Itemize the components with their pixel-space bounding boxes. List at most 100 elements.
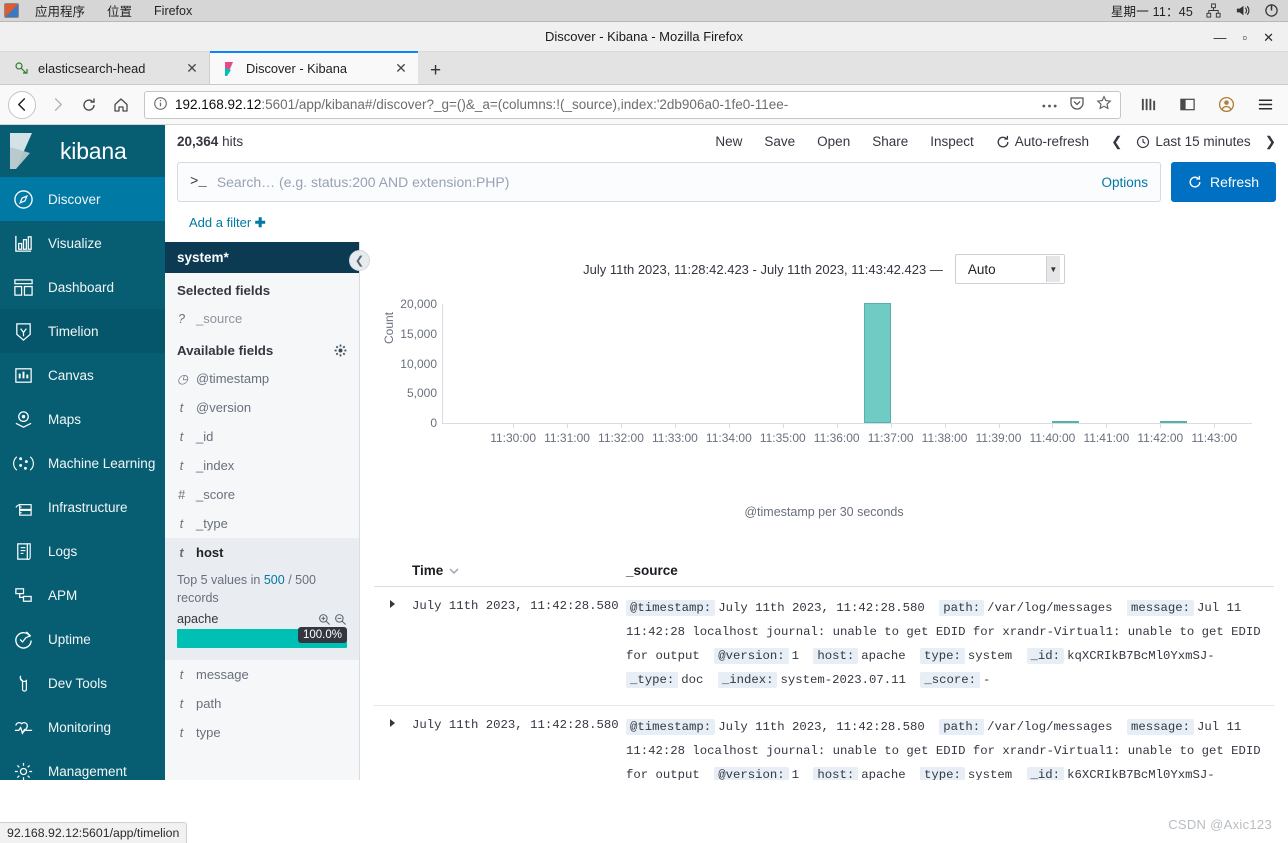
- network-icon[interactable]: [1205, 2, 1222, 19]
- field-key: @version:: [714, 647, 789, 664]
- sidebar-item-label: Discover: [48, 191, 101, 207]
- share-button[interactable]: Share: [872, 134, 908, 149]
- search-input[interactable]: >_ Search… (e.g. status:200 AND extensio…: [177, 162, 1161, 202]
- volume-icon[interactable]: [1234, 2, 1251, 19]
- sidebar-item-dashboard[interactable]: Dashboard: [0, 265, 165, 309]
- column-header-time[interactable]: Time: [374, 563, 626, 578]
- interval-select[interactable]: Auto ▼: [954, 254, 1065, 284]
- url-bar[interactable]: 192.168.92.12:5601/app/kibana#/discover?…: [144, 90, 1121, 119]
- window-maximize-button[interactable]: ▫: [1242, 31, 1247, 44]
- open-button[interactable]: Open: [817, 134, 850, 149]
- field-value: system: [967, 767, 1013, 780]
- field-value: July 11th 2023, 11:42:28.580: [718, 719, 925, 734]
- chart-plot-area[interactable]: 0 5,000 10,000 15,000 20,000 11:30:00 11:31:00…: [400, 297, 1252, 445]
- canvas-icon: [12, 364, 34, 386]
- sidebar-item-discover[interactable]: Discover: [0, 177, 165, 221]
- power-icon[interactable]: [1263, 2, 1280, 19]
- field-settings-gear-icon[interactable]: [334, 344, 347, 357]
- field-item-id[interactable]: t _id: [165, 422, 359, 451]
- discover-body: system* ❮ Selected fields ? _source Avai…: [165, 242, 1288, 780]
- histogram-chart[interactable]: Count 0 5,000 10,000 15,000 20,000 11:30:00 11…: [374, 294, 1274, 469]
- auto-refresh-button[interactable]: Auto-refresh: [996, 134, 1089, 149]
- page-actions-icon[interactable]: [1041, 97, 1058, 112]
- chart-x-tick: 11:31:00: [544, 431, 590, 445]
- forward-button: [42, 90, 72, 120]
- field-key: _id:: [1026, 647, 1065, 664]
- time-range-picker[interactable]: Last 15 minutes: [1136, 134, 1251, 149]
- back-button[interactable]: [8, 90, 36, 119]
- refresh-button[interactable]: Refresh: [1170, 162, 1276, 202]
- pocket-icon[interactable]: [1069, 95, 1085, 114]
- bookmark-star-icon[interactable]: [1096, 95, 1112, 114]
- sidebar-item-visualize[interactable]: Visualize: [0, 221, 165, 265]
- time-prev-button[interactable]: ❮: [1111, 134, 1122, 150]
- magnifier-plus-icon[interactable]: [318, 613, 331, 626]
- reload-button[interactable]: [74, 90, 104, 120]
- query-options-button[interactable]: Options: [1101, 175, 1148, 190]
- expand-row-button[interactable]: [374, 597, 412, 693]
- magnifier-minus-icon[interactable]: [334, 613, 347, 626]
- home-button[interactable]: [106, 90, 136, 120]
- field-item-type-meta[interactable]: t _type: [165, 509, 359, 538]
- sidebar-toggle-icon[interactable]: [1172, 90, 1202, 120]
- chart-bar[interactable]: [1160, 421, 1188, 423]
- page-info-icon[interactable]: [153, 96, 168, 114]
- search-placeholder: Search… (e.g. status:200 AND extension:P…: [216, 174, 510, 190]
- field-key: message:: [1126, 718, 1194, 735]
- kibana-logo[interactable]: kibana: [0, 125, 165, 177]
- window-minimize-button[interactable]: —: [1213, 31, 1226, 44]
- account-icon[interactable]: [1211, 90, 1241, 120]
- chart-bar[interactable]: [1052, 421, 1080, 423]
- inspect-button[interactable]: Inspect: [930, 134, 974, 149]
- menu-places[interactable]: 位置: [96, 0, 143, 22]
- sidebar-item-label: APM: [48, 587, 78, 603]
- field-item-score[interactable]: # _score: [165, 480, 359, 509]
- field-value: /var/log/messages: [987, 601, 1113, 615]
- sidebar-item-canvas[interactable]: Canvas: [0, 353, 165, 397]
- field-item-timestamp[interactable]: ◷ @timestamp: [165, 364, 359, 393]
- browser-tab-elasticsearch-head[interactable]: elasticsearch-head ✕: [2, 53, 210, 84]
- save-button[interactable]: Save: [764, 134, 795, 149]
- field-item-type[interactable]: t type: [165, 718, 359, 747]
- tab-close-icon[interactable]: ✕: [394, 60, 408, 77]
- sidebar-item-management[interactable]: Management: [0, 749, 165, 793]
- applications-logo-icon[interactable]: [4, 3, 19, 18]
- field-item-index[interactable]: t _index: [165, 451, 359, 480]
- sidebar-item-uptime[interactable]: Uptime: [0, 617, 165, 661]
- field-item-path[interactable]: t path: [165, 689, 359, 718]
- window-close-button[interactable]: ✕: [1263, 31, 1274, 44]
- field-item-message[interactable]: t message: [165, 660, 359, 689]
- field-item-host[interactable]: t host: [165, 538, 359, 567]
- sidebar-item-logs[interactable]: Logs: [0, 529, 165, 573]
- table-row[interactable]: July 11th 2023, 11:42:28.580 @timestamp:…: [374, 706, 1274, 780]
- new-button[interactable]: New: [715, 134, 742, 149]
- sidebar-item-infrastructure[interactable]: Infrastructure: [0, 485, 165, 529]
- chart-bar[interactable]: [863, 303, 891, 423]
- time-next-button[interactable]: ❯: [1265, 134, 1276, 150]
- field-value-bar: 100.0%: [177, 627, 347, 649]
- chart-y-tick: 5,000: [406, 386, 437, 401]
- sidebar-item-machine-learning[interactable]: Machine Learning: [0, 441, 165, 485]
- add-filter-button[interactable]: Add a filter ✚: [189, 215, 266, 230]
- sidebar-item-timelion[interactable]: Timelion: [0, 309, 165, 353]
- browser-tab-discover-kibana[interactable]: Discover - Kibana ✕: [210, 51, 418, 84]
- new-tab-button[interactable]: +: [418, 61, 453, 84]
- expand-row-button[interactable]: [374, 716, 412, 780]
- sidebar-item-apm[interactable]: APM: [0, 573, 165, 617]
- hamburger-menu-icon[interactable]: [1250, 90, 1280, 120]
- menu-applications[interactable]: 应用程序: [24, 0, 96, 22]
- sort-desc-icon[interactable]: [449, 566, 459, 576]
- sidebar-item-label: Visualize: [48, 235, 102, 251]
- library-icon[interactable]: [1133, 90, 1163, 120]
- menu-firefox[interactable]: Firefox: [143, 2, 203, 20]
- column-header-source[interactable]: _source: [626, 563, 678, 578]
- sidebar-item-monitoring[interactable]: Monitoring: [0, 705, 165, 749]
- table-row[interactable]: July 11th 2023, 11:42:28.580 @timestamp:…: [374, 587, 1274, 706]
- field-item-_source[interactable]: ? _source: [165, 304, 359, 333]
- row-source: @timestamp: July 11th 2023, 11:42:28.580 …: [626, 716, 1274, 780]
- index-pattern-selector[interactable]: system*: [165, 242, 359, 273]
- tab-close-icon[interactable]: ✕: [185, 60, 199, 77]
- sidebar-item-dev-tools[interactable]: Dev Tools: [0, 661, 165, 705]
- field-item-version[interactable]: t @version: [165, 393, 359, 422]
- sidebar-item-maps[interactable]: Maps: [0, 397, 165, 441]
